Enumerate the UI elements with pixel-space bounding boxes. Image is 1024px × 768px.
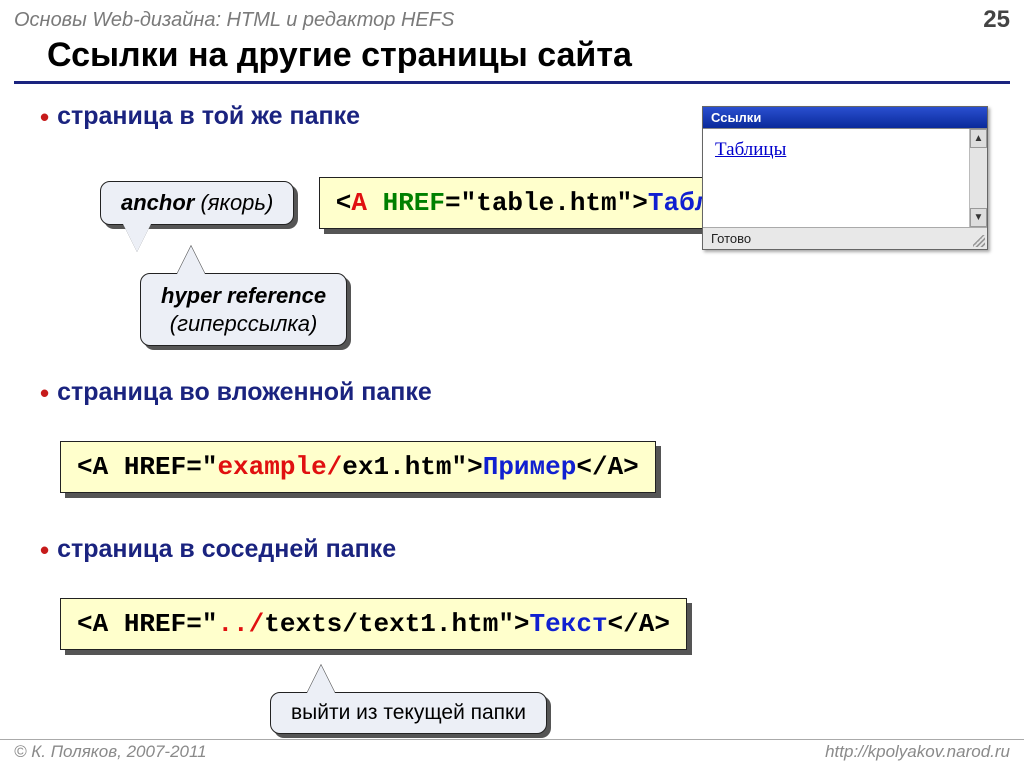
bullet-icon: • xyxy=(40,102,49,133)
copyright: © К. Поляков, 2007-2011 xyxy=(14,742,207,762)
status-text: Готово xyxy=(711,231,751,246)
title-rule xyxy=(14,81,1010,84)
callout-anchor: anchor (якорь) xyxy=(100,181,294,225)
scrollbar[interactable]: ▲ ▼ xyxy=(969,129,987,227)
page-title: Ссылки на другие страницы сайта xyxy=(0,36,1024,81)
breadcrumb: Основы Web-дизайна: HTML и редактор HEFS xyxy=(14,9,454,32)
callout-pointer-icon xyxy=(307,665,335,693)
callout-exit-folder: выйти из текущей папки xyxy=(270,692,547,734)
code-example-3: <A HREF="../texts/text1.htm">Текст</A> xyxy=(60,598,687,650)
scroll-up-icon[interactable]: ▲ xyxy=(970,129,987,148)
code-example-2: <A HREF="example/ex1.htm">Пример</A> xyxy=(60,441,656,493)
bullet-icon: • xyxy=(40,378,49,409)
browser-status-bar: Готово xyxy=(703,227,987,249)
slide-footer: © К. Поляков, 2007-2011 http://kpolyakov… xyxy=(0,739,1024,764)
section-2-heading: •страница во вложенной папке xyxy=(40,378,984,409)
callout-pointer-icon xyxy=(123,224,151,252)
page-number: 25 xyxy=(983,6,1010,34)
section-3-heading: •страница в соседней папке xyxy=(40,535,984,566)
scroll-down-icon[interactable]: ▼ xyxy=(970,208,987,227)
slide-header: Основы Web-дизайна: HTML и редактор HEFS… xyxy=(0,0,1024,36)
callout-pointer-icon xyxy=(177,246,205,274)
footer-url: http://kpolyakov.narod.ru xyxy=(825,742,1010,762)
browser-titlebar: Ссылки xyxy=(703,107,987,128)
browser-viewport: Таблицы ▲ ▼ xyxy=(703,128,987,227)
resize-grip-icon[interactable] xyxy=(973,235,985,247)
bullet-icon: • xyxy=(40,535,49,566)
browser-link[interactable]: Таблицы xyxy=(715,139,786,160)
callout-hyper-reference: hyper reference (гиперссылка) xyxy=(140,273,347,346)
browser-window: Ссылки Таблицы ▲ ▼ Готово xyxy=(702,106,988,250)
